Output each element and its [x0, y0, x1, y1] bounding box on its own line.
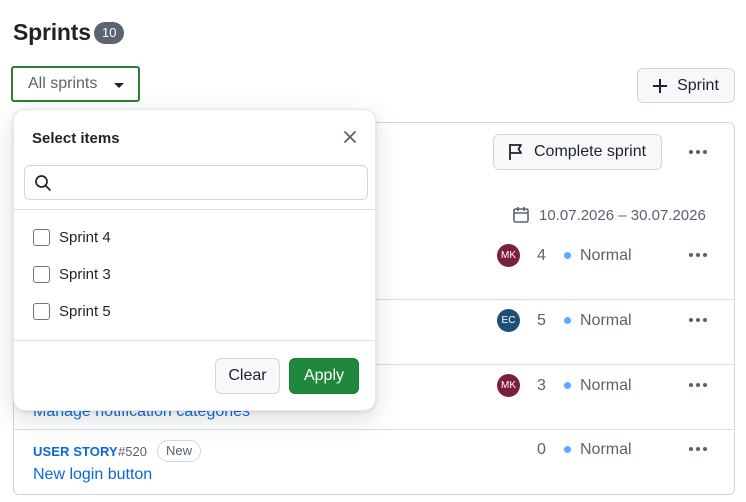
divider — [14, 429, 734, 430]
item-count: 5 — [537, 312, 546, 329]
sprint-option[interactable]: Sprint 5 — [33, 303, 111, 320]
add-sprint-button[interactable]: Sprint — [637, 68, 735, 103]
popup-title: Select items — [32, 130, 120, 147]
search-input[interactable] — [59, 172, 359, 194]
complete-sprint-label: Complete sprint — [534, 143, 647, 160]
flag-icon — [509, 144, 522, 160]
sprint-filter-label: All sprints — [28, 75, 98, 92]
sprint-option-label: Sprint 4 — [59, 229, 111, 246]
plus-icon — [653, 78, 668, 93]
priority-dot-icon — [564, 317, 571, 324]
priority-label: Normal — [580, 312, 632, 329]
divider — [14, 340, 375, 341]
caret-down-icon — [114, 83, 124, 88]
status-badge: New — [157, 440, 202, 462]
sprint-filter-dropdown[interactable]: All sprints — [11, 66, 140, 102]
sprint-option-label: Sprint 3 — [59, 266, 111, 283]
close-icon[interactable] — [341, 128, 359, 146]
sprint-date-range: 10.07.2026 – 30.07.2026 — [512, 206, 706, 224]
checkbox[interactable] — [33, 229, 50, 246]
priority-label: Normal — [580, 441, 632, 458]
priority-label: Normal — [580, 247, 632, 264]
clear-button[interactable]: Clear — [215, 358, 280, 394]
checkbox[interactable] — [33, 303, 50, 320]
row-more-menu-button[interactable] — [686, 440, 710, 458]
priority-dot-icon — [564, 382, 571, 389]
sprint-more-menu-button[interactable] — [686, 143, 710, 161]
item-count: 4 — [537, 247, 546, 264]
priority-dot-icon — [564, 252, 571, 259]
priority-dot-icon — [564, 446, 571, 453]
item-count: 3 — [537, 377, 546, 394]
sprint-option-label: Sprint 5 — [59, 303, 111, 320]
calendar-icon — [513, 207, 529, 223]
row-more-menu-button[interactable] — [686, 246, 710, 264]
sprint-option[interactable]: Sprint 3 — [33, 266, 111, 283]
avatar: MK — [497, 374, 520, 397]
checkbox[interactable] — [33, 266, 50, 283]
row-more-menu-button[interactable] — [686, 376, 710, 394]
date-range-text: 10.07.2026 – 30.07.2026 — [539, 206, 706, 224]
avatar: MK — [497, 244, 520, 267]
avatar: EC — [497, 309, 520, 332]
item-count: 0 — [537, 441, 546, 458]
complete-sprint-button[interactable]: Complete sprint — [493, 134, 662, 170]
sprint-count-badge: 10 — [94, 22, 125, 44]
priority-label: Normal — [580, 377, 632, 394]
select-items-popup: Select items Sprint 4 Sprint 3 Sprint 5 … — [13, 109, 376, 411]
work-item-type: USER STORY — [33, 444, 118, 459]
search-icon — [35, 175, 51, 191]
sprint-option[interactable]: Sprint 4 — [33, 229, 111, 246]
search-field[interactable] — [24, 165, 368, 200]
work-item-id: #520 — [118, 444, 147, 459]
add-sprint-label: Sprint — [677, 76, 719, 94]
work-item-link[interactable]: New login button — [33, 466, 152, 484]
apply-button[interactable]: Apply — [289, 358, 359, 394]
divider — [14, 209, 375, 210]
row-more-menu-button[interactable] — [686, 311, 710, 329]
page-title: Sprints — [13, 19, 91, 45]
